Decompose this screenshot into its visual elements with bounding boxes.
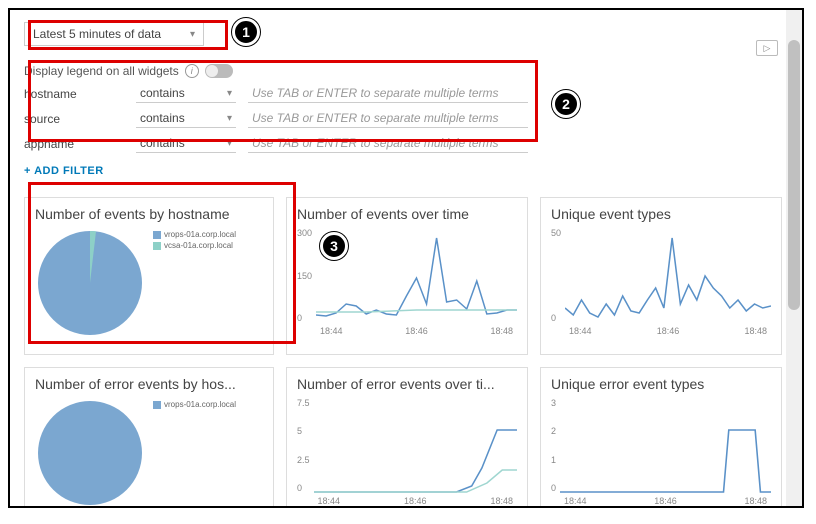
- chart-title: Number of error events over ti...: [297, 376, 517, 392]
- chart-title: Number of events over time: [297, 206, 517, 222]
- legend-toggle-label: Display legend on all widgets: [24, 64, 179, 78]
- info-icon[interactable]: i: [185, 64, 199, 78]
- chart-title: Number of events by hostname: [35, 206, 263, 222]
- annotation-callout-3: 3: [320, 232, 348, 260]
- annotation-callout-2: 2: [552, 90, 580, 118]
- filter-value-input[interactable]: [248, 109, 528, 128]
- scrollbar-thumb[interactable]: [788, 40, 800, 310]
- filter-label: hostname: [24, 87, 124, 101]
- legend-item: vcsa-01a.corp.local: [153, 241, 236, 250]
- chevron-down-icon: ▾: [227, 138, 232, 149]
- time-range-label: Latest 5 minutes of data: [33, 27, 161, 41]
- chevron-down-icon: ▾: [227, 88, 232, 99]
- filter-row-source: source contains ▾: [24, 109, 788, 128]
- legend-toggle[interactable]: [205, 64, 233, 78]
- chart-title: Unique error event types: [551, 376, 771, 392]
- chart-events-over-time: Number of events over time 3001500 18:44…: [286, 197, 528, 355]
- filter-value-input[interactable]: [248, 134, 528, 153]
- filter-op-select[interactable]: contains ▾: [136, 109, 236, 128]
- filter-row-hostname: hostname contains ▾: [24, 84, 788, 103]
- chart-title: Number of error events by hos...: [35, 376, 263, 392]
- line-chart: [314, 398, 517, 493]
- time-range-select[interactable]: Latest 5 minutes of data ▾: [24, 22, 204, 46]
- legend-item: vrops-01a.corp.local: [153, 400, 236, 409]
- chevron-down-icon: ▾: [190, 29, 195, 40]
- chevron-down-icon: ▾: [227, 113, 232, 124]
- pie-chart: [35, 398, 145, 508]
- add-filter-button[interactable]: + ADD FILTER: [24, 165, 788, 177]
- legend-item: vrops-01a.corp.local: [153, 230, 236, 239]
- filter-op-select[interactable]: contains ▾: [136, 134, 236, 153]
- filter-label: appname: [24, 137, 124, 151]
- chart-grid: Number of events by hostname vrops-01a.c…: [24, 197, 788, 508]
- play-button[interactable]: ▷: [756, 40, 778, 56]
- chart-title: Unique event types: [551, 206, 771, 222]
- chart-events-by-hostname: Number of events by hostname vrops-01a.c…: [24, 197, 274, 355]
- scrollbar[interactable]: [786, 10, 802, 506]
- chart-error-events-over-time: Number of error events over ti... 7.552.…: [286, 367, 528, 508]
- chart-unique-error-event-types: Unique error event types 3210 18:4418:46…: [540, 367, 782, 508]
- dashboard-container: Latest 5 minutes of data ▾ ▷ Display leg…: [8, 8, 804, 508]
- filter-value-input[interactable]: [248, 84, 528, 103]
- line-chart: [565, 228, 771, 323]
- filter-op-select[interactable]: contains ▾: [136, 84, 236, 103]
- chart-unique-event-types: Unique event types 500 18:4418:4618:48: [540, 197, 782, 355]
- line-chart: [560, 398, 771, 493]
- filter-row-appname: appname contains ▾: [24, 134, 788, 153]
- annotation-callout-1: 1: [232, 18, 260, 46]
- pie-chart: [35, 228, 145, 338]
- chart-error-events-by-hostname: Number of error events by hos... vrops-0…: [24, 367, 274, 508]
- filter-label: source: [24, 112, 124, 126]
